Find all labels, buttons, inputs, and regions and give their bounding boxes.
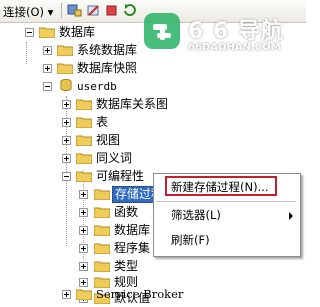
folder-icon — [76, 289, 92, 300]
expand-toggle[interactable] — [79, 262, 88, 271]
tree-node-views[interactable]: 视图 — [0, 132, 306, 149]
watermark-url: 66DAOHAN.COM — [188, 42, 281, 53]
menu-item-filter[interactable]: 筛选器(L) — [154, 205, 300, 225]
folder-icon — [76, 117, 92, 128]
tree-node-label: userdb — [77, 80, 117, 93]
tree-node-label: 数据库快照 — [77, 61, 138, 75]
tree-node-label: 数据库 — [114, 223, 151, 237]
tree-node-database-triggers[interactable]: 数据库 — [0, 222, 150, 239]
expand-toggle[interactable] — [62, 290, 71, 299]
tree-node-assemblies[interactable]: 程序集 — [0, 240, 150, 257]
menu-item-label: 刷新(F) — [171, 233, 210, 247]
tree-node-label: 函数 — [114, 205, 139, 219]
object-explorer-tree: 数据库 系统数据库 数据库快照 userdb 数据库关系图 表 视图 同义词 可… — [0, 22, 306, 305]
tree-node-label: 可编程性 — [96, 169, 145, 183]
expand-toggle[interactable] — [79, 244, 88, 253]
folder-icon — [94, 189, 110, 200]
folder-icon — [39, 27, 55, 38]
menu-item-new-stored-procedure[interactable]: 新建存储过程(N)... — [154, 177, 300, 197]
collapse-toggle[interactable] — [43, 82, 52, 91]
expand-toggle[interactable] — [62, 118, 71, 127]
tree-node-service-broker[interactable]: Service Broker — [0, 286, 306, 302]
connect-server-icon[interactable] — [67, 3, 82, 18]
folder-icon — [94, 225, 110, 236]
watermark-logo-icon — [144, 13, 180, 49]
stop-icon[interactable] — [104, 3, 119, 18]
disconnect-icon[interactable] — [86, 3, 101, 18]
tree-node-synonyms[interactable]: 同义词 — [0, 150, 306, 167]
tree-node-label: 数据库 — [59, 25, 96, 39]
collapse-toggle[interactable] — [62, 172, 71, 181]
folder-icon — [94, 207, 110, 218]
tree-node-userdb[interactable]: userdb — [0, 78, 306, 95]
expand-toggle[interactable] — [79, 190, 88, 199]
tree-node-label: 同义词 — [96, 151, 133, 165]
tree-node-label: 程序集 — [114, 241, 151, 255]
menu-item-refresh[interactable]: 刷新(F) — [154, 230, 300, 250]
watermark-title: 6 6 导航 — [188, 19, 284, 44]
folder-icon — [76, 153, 92, 164]
folder-icon — [57, 45, 73, 56]
tree-node-tables[interactable]: 表 — [0, 114, 306, 131]
folder-icon — [94, 261, 110, 272]
collapse-toggle[interactable] — [25, 28, 34, 37]
tree-node-types[interactable]: 类型 — [0, 258, 150, 275]
expand-toggle[interactable] — [62, 154, 71, 163]
tree-node-label: 类型 — [114, 259, 139, 273]
watermark: 6 6 导航 66DAOHAN.COM — [136, 5, 296, 61]
expand-toggle[interactable] — [62, 136, 71, 145]
expand-toggle[interactable] — [79, 226, 88, 235]
folder-icon — [76, 135, 92, 146]
context-menu: 新建存储过程(N)... 筛选器(L) 刷新(F) — [153, 173, 301, 257]
menu-separator — [156, 201, 296, 202]
submenu-arrow-icon — [289, 212, 293, 220]
folder-icon — [76, 99, 92, 110]
expand-toggle[interactable] — [62, 100, 71, 109]
tree-node-functions[interactable]: 函数 — [0, 204, 150, 221]
tree-node-label: 系统数据库 — [77, 43, 138, 57]
toolbar-separator — [61, 3, 62, 18]
menu-item-label: 筛选器(L) — [171, 208, 221, 222]
tree-node-database-snapshots[interactable]: 数据库快照 — [0, 60, 306, 77]
tree-node-label: 数据库关系图 — [96, 97, 169, 111]
connect-dropdown[interactable]: 连接(O) ▾ — [3, 4, 53, 20]
expand-toggle[interactable] — [79, 208, 88, 217]
tree-node-database-diagrams[interactable]: 数据库关系图 — [0, 96, 306, 113]
refresh-icon[interactable] — [122, 3, 137, 18]
database-icon — [60, 79, 72, 91]
folder-icon — [57, 63, 73, 74]
expand-toggle[interactable] — [43, 46, 52, 55]
tree-node-label: 视图 — [96, 133, 121, 147]
folder-icon — [76, 171, 92, 182]
tree-node-label: Service Broker — [96, 287, 184, 301]
folder-icon — [94, 243, 110, 254]
menu-item-label: 新建存储过程(N)... — [171, 180, 269, 194]
expand-toggle[interactable] — [43, 64, 52, 73]
tree-node-label: 表 — [96, 115, 109, 129]
